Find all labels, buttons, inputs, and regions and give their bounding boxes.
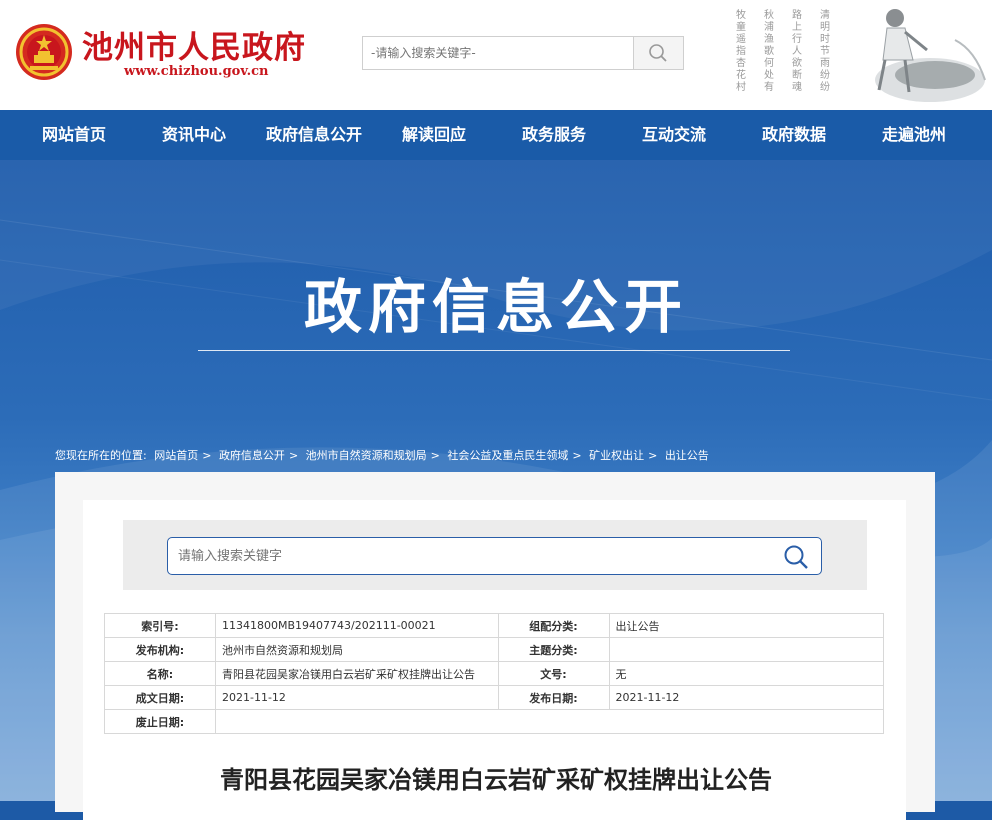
nav-item-visit-chizhou[interactable]: 走遍池州 bbox=[882, 110, 946, 160]
search-icon bbox=[649, 44, 667, 62]
document-meta-table: 索引号: 11341800MB19407743/202111-00021 组配分… bbox=[104, 613, 885, 734]
search-icon[interactable] bbox=[783, 544, 809, 570]
nav-item-interaction[interactable]: 互动交流 bbox=[642, 110, 706, 160]
meta-value: 无 bbox=[608, 661, 884, 686]
meta-key: 成文日期: bbox=[104, 685, 216, 710]
meta-key: 组配分类: bbox=[497, 613, 610, 638]
breadcrumb-item[interactable]: 社会公益及重点民生领域 bbox=[447, 449, 568, 462]
nav-item-gov-info[interactable]: 政府信息公开 bbox=[266, 110, 362, 160]
table-row: 索引号: 11341800MB19407743/202111-00021 组配分… bbox=[104, 613, 884, 638]
header-illustration: 牧童遥指杏花村 秋浦渔歌何处有 路上行人欲断魂 清明时节雨纷纷 bbox=[720, 0, 992, 110]
breadcrumb-item[interactable]: 网站首页 bbox=[154, 449, 198, 462]
nav-item-services[interactable]: 政务服务 bbox=[522, 110, 586, 160]
poem-column: 牧童遥指杏花村 bbox=[736, 10, 746, 93]
site-header: 池州市人民政府 www.chizhou.gov.cn 牧童遥指杏花村 秋浦渔歌何… bbox=[0, 0, 992, 110]
poem-column: 秋浦渔歌何处有 bbox=[764, 10, 774, 93]
meta-value: 青阳县花园吴家冶镁用白云岩矿采矿权挂牌出让公告 bbox=[214, 661, 499, 686]
meta-key: 主题分类: bbox=[497, 637, 610, 662]
meta-value: 2021-11-12 bbox=[608, 685, 884, 710]
banner-divider bbox=[198, 350, 790, 351]
breadcrumb-item[interactable]: 出让公告 bbox=[665, 449, 709, 462]
header-search-button[interactable] bbox=[633, 37, 683, 69]
national-emblem-icon bbox=[16, 24, 72, 80]
content-search-input[interactable] bbox=[168, 538, 768, 574]
poem-column: 路上行人欲断魂 bbox=[792, 10, 802, 93]
meta-key: 索引号: bbox=[104, 613, 216, 638]
breadcrumb-separator: > bbox=[288, 449, 299, 462]
nav-item-interpretation[interactable]: 解读回应 bbox=[402, 110, 466, 160]
header-search bbox=[362, 36, 684, 70]
breadcrumb-separator: > bbox=[430, 449, 440, 462]
nav-item-home[interactable]: 网站首页 bbox=[42, 110, 106, 160]
table-row: 名称: 青阳县花园吴家冶镁用白云岩矿采矿权挂牌出让公告 文号: 无 bbox=[104, 661, 884, 686]
meta-key: 发布机构: bbox=[104, 637, 216, 662]
meta-key: 废止日期: bbox=[104, 709, 216, 734]
breadcrumb-separator: > bbox=[648, 449, 658, 462]
meta-key: 名称: bbox=[104, 661, 216, 686]
main-nav: 网站首页 资讯中心 政府信息公开 解读回应 政务服务 互动交流 政府数据 走遍池… bbox=[0, 110, 992, 160]
breadcrumb-item[interactable]: 池州市自然资源和规划局 bbox=[306, 449, 427, 462]
meta-value: 池州市自然资源和规划局 bbox=[214, 637, 499, 662]
meta-key: 发布日期: bbox=[497, 685, 610, 710]
ink-painting-illustration bbox=[875, 9, 986, 102]
table-row: 废止日期: bbox=[104, 709, 885, 734]
meta-value bbox=[608, 637, 884, 662]
breadcrumb-prefix: 您现在所在的位置: bbox=[55, 449, 147, 462]
poem-column: 清明时节雨纷纷 bbox=[820, 10, 830, 93]
header-search-input[interactable] bbox=[363, 37, 633, 69]
breadcrumb-item[interactable]: 矿业权出让 bbox=[589, 449, 644, 462]
site-title[interactable]: 池州市人民政府 bbox=[82, 22, 306, 67]
meta-key: 文号: bbox=[497, 661, 610, 686]
nav-item-news[interactable]: 资讯中心 bbox=[162, 110, 226, 160]
breadcrumb-separator: > bbox=[572, 449, 582, 462]
table-row: 发布机构: 池州市自然资源和规划局 主题分类: bbox=[104, 637, 884, 662]
meta-value bbox=[214, 709, 885, 734]
banner-title: 政府信息公开 bbox=[303, 273, 688, 341]
content-search bbox=[167, 537, 822, 575]
meta-value: 2021-11-12 bbox=[214, 685, 499, 710]
table-row: 成文日期: 2021-11-12 发布日期: 2021-11-12 bbox=[104, 685, 884, 710]
nav-item-gov-data[interactable]: 政府数据 bbox=[762, 110, 826, 160]
article-title: 青阳县花园吴家冶镁用白云岩矿采矿权挂牌出让公告 bbox=[220, 766, 772, 794]
breadcrumb-separator: > bbox=[202, 449, 212, 462]
site-url: www.chizhou.gov.cn bbox=[124, 64, 269, 79]
breadcrumb-item[interactable]: 政府信息公开 bbox=[219, 449, 285, 462]
meta-value: 11341800MB19407743/202111-00021 bbox=[214, 613, 499, 638]
breadcrumb: 您现在所在的位置: 网站首页 > 政府信息公开 > 池州市自然资源和规划局 > 社会公… bbox=[55, 447, 713, 463]
meta-value: 出让公告 bbox=[608, 613, 884, 638]
